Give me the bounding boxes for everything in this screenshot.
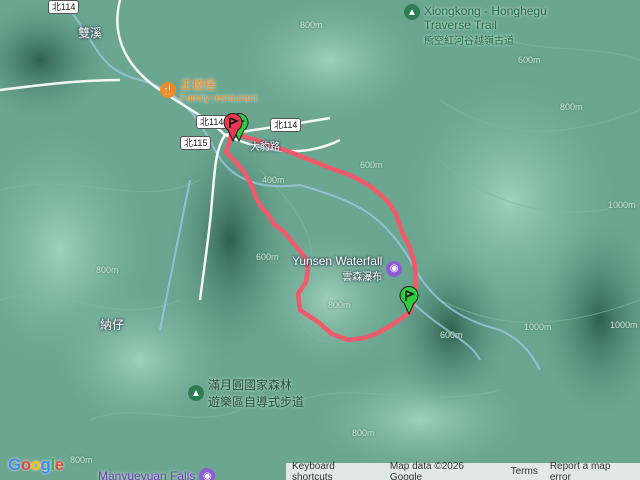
contour-label: 600m — [518, 55, 541, 65]
restaurant-name-en: Family restaurant — [180, 93, 258, 104]
keyboard-shortcuts-link[interactable]: Keyboard shortcuts — [286, 461, 384, 480]
falls-name-en: Manyueyuan Falls — [98, 469, 196, 480]
road-shield: 北114 — [270, 118, 302, 132]
contour-label: 800m — [352, 428, 375, 438]
contour-label: 1000m — [608, 200, 636, 210]
contour-label: 1000m — [610, 320, 638, 330]
trail-name-en-1: Xiongkong - Honghegu — [424, 4, 547, 18]
terrain-map[interactable]: 600m 400m 600m 800m 800m 600m 800m 1000m… — [0, 0, 640, 480]
forest-name-2: 遊樂區自導式步道 — [208, 395, 305, 409]
contour-label: 600m — [256, 252, 279, 262]
contour-label: 800m — [560, 102, 583, 112]
road-name-label: 大豹路 — [250, 142, 280, 153]
contour-label: 800m — [70, 455, 93, 465]
contour-label: 600m — [360, 160, 383, 170]
contour-label: 800m — [328, 300, 351, 310]
road-shield: 北115 — [180, 136, 212, 150]
road-shield: 北114 — [48, 0, 80, 14]
end-flag-marker[interactable] — [222, 112, 244, 142]
contour-label: 1000m — [524, 322, 552, 332]
contour-label: 800m — [96, 265, 119, 275]
trail-name-zh: 熊空紅河谷越嶺古道 — [424, 36, 514, 47]
restaurant-poi[interactable]: 🍴 正德居 Family restaurant — [160, 76, 257, 104]
contour-label: 800m — [300, 20, 323, 30]
waypoint-flag-marker[interactable] — [398, 285, 420, 315]
place-label-nazi: 納仔 — [100, 318, 125, 332]
forest-poi[interactable]: ▲ 滿月圓國家森林 遊樂區自導式步道 — [188, 376, 304, 410]
waterfall-icon: ◉ — [199, 468, 216, 480]
waterfall-name-zh: 雲森瀑布 — [342, 272, 383, 283]
place-label-shuangxi: 雙溪 — [78, 26, 103, 40]
trail-name-en-2: Traverse Trail — [424, 18, 497, 32]
falls-poi[interactable]: Manyueyuan Falls ◉ — [98, 468, 216, 480]
contour-label: 600m — [440, 330, 463, 340]
park-icon: ▲ — [188, 385, 204, 401]
contour-label: 400m — [262, 175, 285, 185]
terrain-background — [0, 0, 640, 480]
terms-link[interactable]: Terms — [505, 466, 544, 477]
map-data-attribution: Map data ©2026 Google — [389, 460, 464, 480]
waterfall-icon: ◉ — [386, 260, 403, 277]
report-error-link[interactable]: Report a map error — [544, 461, 640, 480]
map-footer: Keyboard shortcuts Map data ©2026 Google… — [286, 460, 640, 480]
waterfall-poi[interactable]: Yunsen Waterfall 雲森瀑布 ◉ — [292, 254, 403, 283]
google-logo: Google — [8, 455, 64, 474]
forest-name-1: 滿月圓國家森林 — [208, 378, 293, 392]
trail-poi[interactable]: ▲ Xiongkong - Honghegu Traverse Trail 熊空… — [404, 4, 547, 47]
restaurant-name-zh: 正德居 — [180, 78, 217, 92]
waterfall-name-en: Yunsen Waterfall — [292, 254, 383, 268]
park-icon: ▲ — [404, 4, 420, 20]
restaurant-icon: 🍴 — [160, 82, 176, 98]
